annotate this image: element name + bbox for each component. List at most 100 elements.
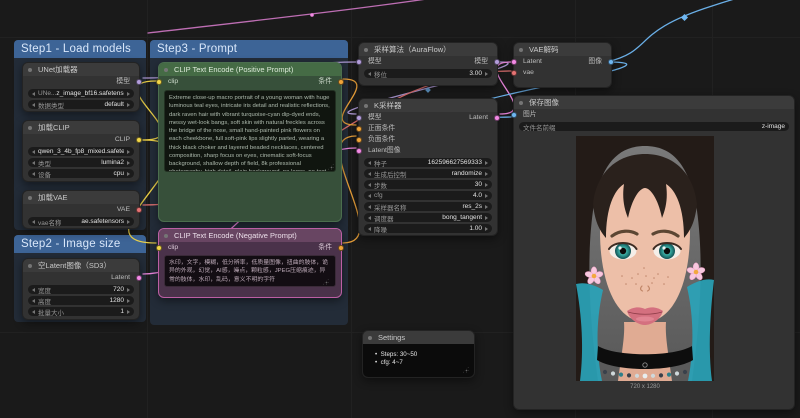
left-arrow-icon[interactable] — [32, 103, 35, 107]
node-ksampler[interactable]: K采样器 模型Latent 正面条件 负面条件 Latent图像 种子16259… — [358, 98, 498, 236]
left-arrow-icon[interactable] — [32, 161, 35, 165]
node-model-sampling[interactable]: 采样算法（AuraFlow） 模型模型 移位3.00 — [358, 42, 498, 86]
resize-grip-icon[interactable] — [462, 366, 469, 373]
node-save-image-titlebar[interactable]: 保存图像 — [514, 96, 794, 109]
right-arrow-icon[interactable] — [127, 161, 130, 165]
output-port-clip[interactable] — [136, 137, 142, 143]
right-arrow-icon[interactable] — [127, 288, 130, 292]
input-port-positive[interactable] — [356, 126, 362, 132]
collapse-dot[interactable] — [519, 48, 523, 52]
node-settings-titlebar[interactable]: Settings — [363, 331, 474, 344]
widget-cfg[interactable]: cfg4.0 — [364, 191, 492, 200]
collapse-dot[interactable] — [364, 104, 368, 108]
node-positive-prompt-titlebar[interactable]: CLIP Text Encode (Positive Prompt) — [159, 63, 341, 76]
output-port-model[interactable] — [136, 79, 142, 85]
input-port-vae[interactable] — [511, 70, 517, 76]
right-arrow-icon[interactable] — [127, 299, 130, 303]
left-arrow-icon[interactable] — [32, 220, 35, 224]
right-arrow-icon[interactable] — [127, 172, 130, 176]
node-positive-prompt[interactable]: CLIP Text Encode (Positive Prompt) clip条… — [158, 62, 342, 222]
input-port-latent-image[interactable] — [356, 148, 362, 154]
left-arrow-icon[interactable] — [368, 205, 371, 209]
widget-unet-dtype[interactable]: 数据类型default — [28, 100, 134, 109]
widget-scheduler[interactable]: 调度器bong_tangent — [364, 213, 492, 222]
node-save-image[interactable]: 保存图像 图片 文件名前缀z-image — [513, 95, 795, 410]
right-arrow-icon[interactable] — [485, 161, 488, 165]
widget-sampler-name[interactable]: 采样器名称res_2s — [364, 202, 492, 211]
collapse-dot[interactable] — [164, 68, 168, 72]
collapse-dot[interactable] — [519, 101, 523, 105]
left-arrow-icon[interactable] — [368, 72, 371, 76]
widget-clip-name[interactable]: qwen_3_4b_fp8_mixed.safeten ... — [28, 147, 134, 156]
group-step1-title[interactable]: Step1 - Load models — [14, 40, 146, 58]
output-port-cond[interactable] — [338, 245, 344, 251]
right-arrow-icon[interactable] — [485, 227, 488, 231]
generated-image-preview[interactable] — [576, 136, 714, 381]
right-arrow-icon[interactable] — [485, 183, 488, 187]
widget-vae-name[interactable]: vae名称ae.safetensors — [28, 217, 134, 226]
right-arrow-icon[interactable] — [485, 216, 488, 220]
node-canvas[interactable]: Step1 - Load models Step2 - Image size S… — [0, 0, 800, 418]
right-arrow-icon[interactable] — [127, 103, 130, 107]
right-arrow-icon[interactable] — [485, 72, 488, 76]
node-vae-decode[interactable]: VAE解码 Latent图像 vae — [513, 42, 612, 88]
widget-seed[interactable]: 种子162596627569333 — [364, 158, 492, 167]
left-arrow-icon[interactable] — [368, 172, 371, 176]
collapse-dot[interactable] — [28, 126, 32, 130]
output-port-latent[interactable] — [494, 115, 500, 121]
left-arrow-icon[interactable] — [32, 150, 35, 154]
node-unet-loader[interactable]: UNet加载器 模型 UNe...z_image_bf16.safetensor… — [22, 62, 140, 112]
widget-filename-prefix[interactable]: 文件名前缀z-image — [519, 122, 789, 131]
output-port-cond[interactable] — [338, 79, 344, 85]
node-unet-loader-titlebar[interactable]: UNet加载器 — [23, 63, 139, 76]
widget-width[interactable]: 宽度720 — [28, 285, 134, 294]
widget-denoise[interactable]: 降噪1.00 — [364, 224, 492, 233]
left-arrow-icon[interactable] — [32, 288, 35, 292]
left-arrow-icon[interactable] — [368, 194, 371, 198]
node-clip-loader-titlebar[interactable]: 加载CLIP — [23, 121, 139, 134]
collapse-dot[interactable] — [368, 336, 372, 340]
right-arrow-icon[interactable] — [127, 92, 130, 96]
widget-shift[interactable]: 移位3.00 — [364, 69, 492, 78]
widget-batch-size[interactable]: 批量大小1 — [28, 307, 134, 316]
input-port-image[interactable] — [511, 112, 517, 118]
left-arrow-icon[interactable] — [368, 216, 371, 220]
left-arrow-icon[interactable] — [32, 92, 35, 96]
right-arrow-icon[interactable] — [127, 220, 130, 224]
widget-steps[interactable]: 步数30 — [364, 180, 492, 189]
output-port-model[interactable] — [494, 59, 500, 65]
right-arrow-icon[interactable] — [127, 310, 130, 314]
node-settings-note[interactable]: Settings • Steps: 30~50 • cfg: 4~7 — [362, 330, 475, 378]
left-arrow-icon[interactable] — [32, 172, 35, 176]
collapse-dot[interactable] — [28, 264, 32, 268]
node-negative-prompt[interactable]: CLIP Text Encode (Negative Prompt) clip条… — [158, 228, 342, 298]
widget-clip-device[interactable]: 设备cpu — [28, 169, 134, 178]
node-negative-prompt-titlebar[interactable]: CLIP Text Encode (Negative Prompt) — [159, 229, 341, 242]
left-arrow-icon[interactable] — [368, 183, 371, 187]
right-arrow-icon[interactable] — [485, 205, 488, 209]
node-vae-loader[interactable]: 加载VAE VAE vae名称ae.safetensors — [22, 190, 140, 229]
node-empty-latent-titlebar[interactable]: 空Latent图像（SD3） — [23, 259, 139, 272]
group-step3-title[interactable]: Step3 - Prompt — [150, 40, 348, 58]
widget-height[interactable]: 高度1280 — [28, 296, 134, 305]
input-port-clip[interactable] — [156, 79, 162, 85]
right-arrow-icon[interactable] — [127, 150, 130, 154]
widget-unet-name[interactable]: UNe...z_image_bf16.safetensors — [28, 89, 134, 98]
collapse-dot[interactable] — [28, 68, 32, 72]
node-vae-loader-titlebar[interactable]: 加载VAE — [23, 191, 139, 204]
node-vae-decode-titlebar[interactable]: VAE解码 — [514, 43, 611, 56]
collapse-dot[interactable] — [164, 234, 168, 238]
widget-seed-control[interactable]: 生成后控制randomize — [364, 169, 492, 178]
collapse-dot[interactable] — [28, 196, 32, 200]
group-step2-title[interactable]: Step2 - Image size — [14, 235, 146, 253]
left-arrow-icon[interactable] — [32, 310, 35, 314]
output-port-image[interactable] — [608, 59, 614, 65]
input-port-model[interactable] — [356, 115, 362, 121]
input-port-model[interactable] — [356, 59, 362, 65]
widget-clip-type[interactable]: 类型lumina2 — [28, 158, 134, 167]
output-port-latent[interactable] — [136, 275, 142, 281]
node-empty-latent[interactable]: 空Latent图像（SD3） Latent 宽度720 高度1280 批量大小1 — [22, 258, 140, 320]
input-port-clip[interactable] — [156, 245, 162, 251]
node-clip-loader[interactable]: 加载CLIP CLIP qwen_3_4b_fp8_mixed.safeten … — [22, 120, 140, 182]
right-arrow-icon[interactable] — [485, 194, 488, 198]
